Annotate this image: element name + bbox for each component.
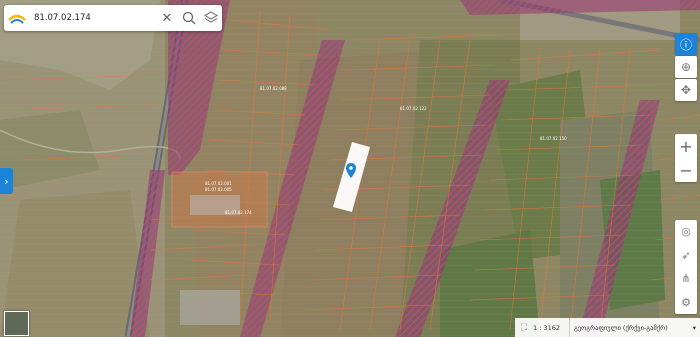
status-bar: ⛶ 1 : 3162 გეოგრაფიული (ქრქვი-გამქრ) ▾ bbox=[515, 318, 700, 337]
parcel-label: 81.07.02.005 bbox=[205, 187, 232, 192]
measure-button[interactable]: ✥ bbox=[675, 79, 697, 101]
layers-icon[interactable] bbox=[200, 5, 222, 31]
zoom-in-button[interactable]: + bbox=[675, 134, 697, 158]
scale-label: 1 : 3162 bbox=[533, 323, 560, 332]
napr-logo-icon bbox=[4, 5, 30, 31]
settings-icon[interactable]: ⚙ bbox=[675, 291, 697, 315]
info-button[interactable]: ⓘ bbox=[675, 33, 697, 55]
parcel-label: 81.07.02.174 bbox=[225, 210, 252, 215]
search-input[interactable]: 81.07.02.174 bbox=[30, 13, 156, 23]
basemap-select[interactable]: გეოგრაფიული (ქრქვი-გამქრ) ▾ bbox=[569, 318, 700, 337]
measure-icon: ✥ bbox=[680, 83, 692, 97]
close-icon[interactable]: ✕ bbox=[156, 5, 178, 31]
basemap-label: გეოგრაფიული (ქრქვი-გამქრ) bbox=[574, 323, 668, 332]
chevron-right-icon: › bbox=[4, 174, 9, 188]
locate-icon[interactable]: ◎ bbox=[675, 220, 697, 244]
chevron-down-icon: ▾ bbox=[692, 323, 696, 332]
parcel-label: 81.07.02.150 bbox=[540, 136, 567, 141]
search-bar[interactable]: 81.07.02.174 ✕ bbox=[4, 5, 222, 31]
compass-icon: ⊕ bbox=[680, 60, 692, 74]
search-icon[interactable] bbox=[178, 5, 200, 31]
map-canvas[interactable]: 81.07.02.001 81.07.02.005 81.07.02.174 8… bbox=[0, 0, 700, 337]
share-icon[interactable]: ⋔ bbox=[675, 267, 697, 291]
compass-button[interactable]: ⊕ bbox=[675, 56, 697, 78]
info-icon: ⓘ bbox=[679, 37, 692, 52]
scale-icon: ⛶ bbox=[520, 322, 528, 333]
zoom-out-button[interactable]: − bbox=[675, 158, 697, 182]
parcel-label: 81.07.02.088 bbox=[260, 86, 287, 91]
basemap-thumbnail[interactable] bbox=[4, 311, 29, 336]
route-icon[interactable]: ➶ bbox=[675, 244, 697, 268]
parcel-label: 81.07.02.122 bbox=[400, 106, 427, 111]
expand-panel-button[interactable]: › bbox=[0, 168, 13, 194]
map-tools: ◎ ➶ ⋔ ⚙ bbox=[675, 220, 697, 314]
parcel-label: 81.07.02.001 bbox=[205, 181, 232, 186]
zoom-controls: + − bbox=[675, 134, 697, 182]
